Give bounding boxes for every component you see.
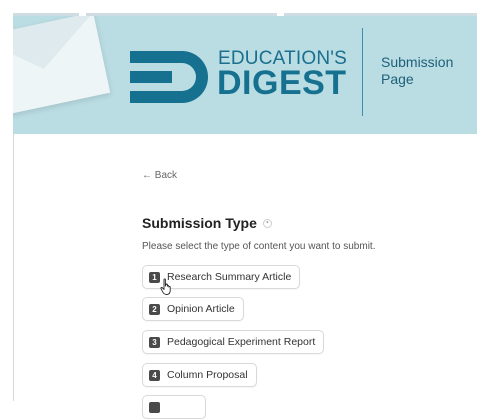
option-number: 3 <box>149 336 160 348</box>
page-label: Submission Page <box>381 54 454 87</box>
option-number <box>149 401 160 413</box>
option-number: 2 <box>149 303 160 315</box>
section-title-text: Submission Type <box>142 215 257 231</box>
envelope-image <box>13 16 111 118</box>
option-partial[interactable] <box>142 395 206 419</box>
option-label: Opinion Article <box>167 303 235 315</box>
logo-divider <box>362 28 363 116</box>
info-icon: • <box>262 218 272 228</box>
left-border <box>13 134 14 401</box>
window-top <box>0 0 477 14</box>
section-description: Please select the type of content you wa… <box>142 241 376 252</box>
option-label: Pedagogical Experiment Report <box>167 336 316 348</box>
section-title: Submission Type • <box>142 215 272 231</box>
option-pedagogical-report[interactable]: 3 Pedagogical Experiment Report <box>142 330 325 354</box>
option-label: Column Proposal <box>167 369 248 381</box>
option-number: 1 <box>149 271 160 283</box>
logo-text-bottom: DIGEST <box>217 64 347 102</box>
option-column-proposal[interactable]: 4 Column Proposal <box>142 363 257 387</box>
logo-mark-icon <box>130 51 208 103</box>
option-label: Research Summary Article <box>167 271 292 283</box>
hand-cursor-icon <box>160 278 171 295</box>
option-number: 4 <box>149 369 160 381</box>
header-banner: EDUCATION'S DIGEST Submission Page <box>13 16 477 134</box>
back-link[interactable]: ← Back <box>142 170 177 181</box>
option-opinion-article[interactable]: 2 Opinion Article <box>142 297 244 321</box>
